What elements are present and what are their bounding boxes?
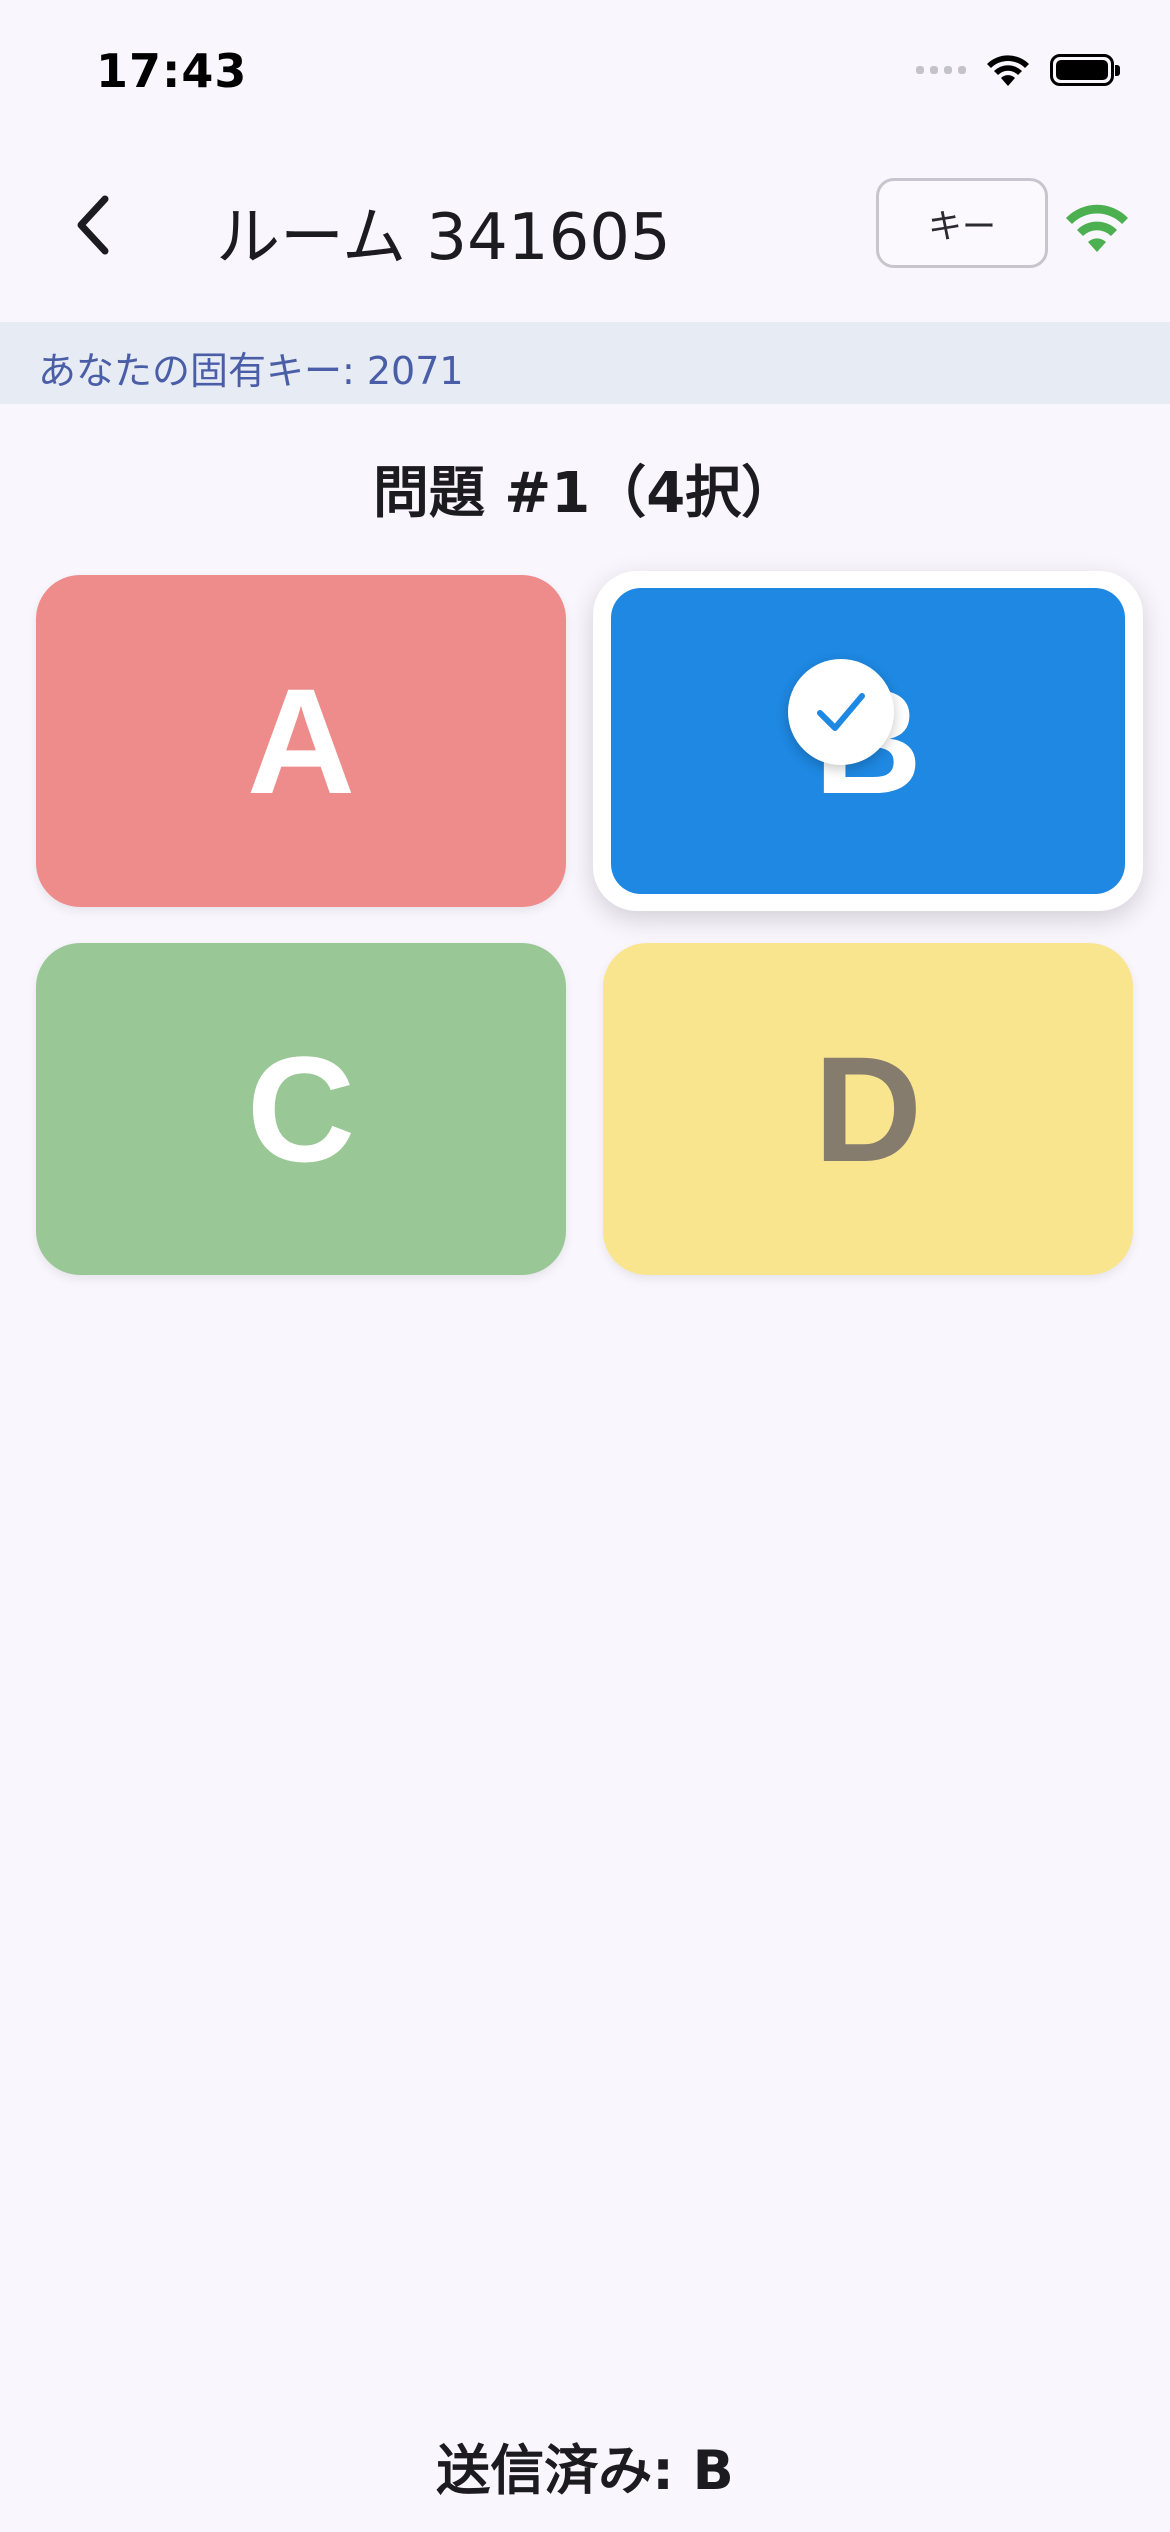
- cellular-signal-icon: [916, 66, 966, 74]
- back-button[interactable]: [48, 180, 138, 270]
- submitted-status: 送信済み: B: [436, 2439, 734, 2502]
- check-icon: [817, 693, 865, 731]
- unique-key-text: あなたの固有キー: 2071: [38, 349, 464, 393]
- connection-wifi-icon: [1066, 204, 1128, 252]
- app-bar: ルーム 341605 キー: [0, 150, 1170, 300]
- wifi-icon: [987, 55, 1029, 86]
- status-bar: 17:43: [0, 0, 1170, 140]
- key-button[interactable]: キー: [876, 178, 1048, 268]
- question-heading: 問題 #1（4択）: [372, 461, 798, 526]
- status-icons: [916, 50, 1120, 90]
- check-circle-icon: [788, 659, 894, 765]
- choice-a-button[interactable]: A: [36, 575, 566, 907]
- chevron-left-icon: [77, 195, 109, 255]
- choice-c-button[interactable]: C: [36, 943, 566, 1275]
- status-time: 17:43: [96, 44, 248, 98]
- unique-key-banner: あなたの固有キー: 2071: [0, 322, 1170, 404]
- room-title: ルーム 341605: [216, 201, 671, 275]
- choice-d-button[interactable]: D: [603, 943, 1133, 1275]
- battery-icon: [1050, 54, 1120, 86]
